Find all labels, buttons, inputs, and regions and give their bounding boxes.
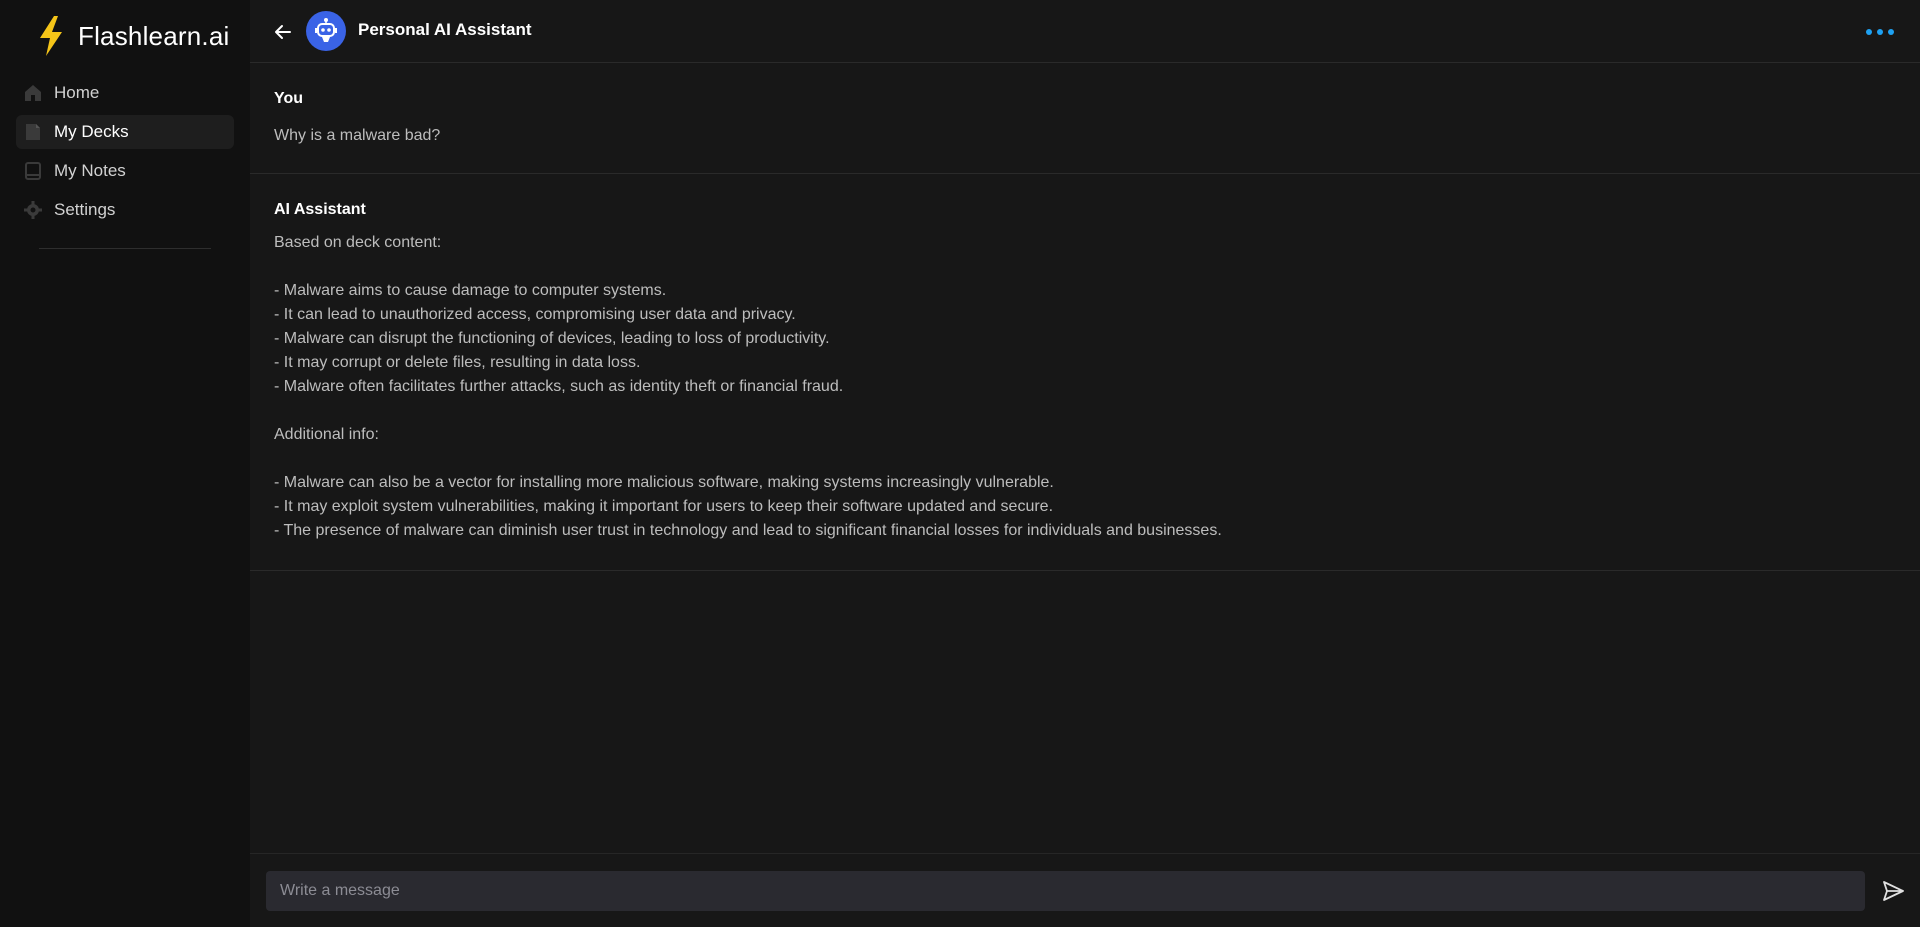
sidebar-item-label: My Decks (54, 122, 129, 141)
home-icon (22, 82, 44, 104)
more-dots-icon (1877, 29, 1883, 35)
message-author: You (274, 90, 304, 107)
user-message: You Why is a malware bad? (250, 63, 1920, 174)
message-line (274, 399, 1920, 423)
message-line: - Malware can disrupt the functioning of… (274, 330, 830, 347)
message-line: - It may exploit system vulnerabilities,… (274, 498, 1054, 515)
sidebar-item-label: Home (54, 83, 100, 102)
notebook-icon (22, 160, 44, 182)
robot-icon (315, 18, 337, 42)
message-line: - The presence of malware can diminish u… (274, 522, 1222, 539)
more-options-button[interactable] (1866, 22, 1894, 42)
sidebar-divider (39, 248, 211, 249)
message-author: AI Assistant (274, 201, 366, 218)
message-text: Why is a malware bad? (274, 127, 441, 144)
sidebar-item-my-notes[interactable]: My Notes (16, 154, 234, 188)
message-line: Additional info: (274, 426, 379, 443)
message-input[interactable] (266, 871, 1865, 911)
message-line: - It can lead to unauthorized access, co… (274, 306, 796, 323)
sidebar-item-home[interactable]: Home (16, 76, 234, 110)
message-line: - Malware often facilitates further atta… (274, 378, 844, 395)
message-line (274, 255, 1920, 279)
message-composer (250, 853, 1920, 927)
more-dots-icon (1866, 29, 1872, 35)
more-dots-icon (1888, 29, 1894, 35)
chat-title: Personal AI Assistant (358, 20, 532, 39)
sidebar-item-my-decks[interactable]: My Decks (16, 115, 234, 149)
sidebar: Flashlearn.ai Home My Decks My Notes Set… (0, 0, 250, 927)
arrow-left-icon (275, 25, 291, 39)
message-line: - It may corrupt or delete files, result… (274, 354, 641, 371)
send-button[interactable] (1878, 876, 1908, 906)
message-line: - Malware aims to cause damage to comput… (274, 282, 667, 299)
message-text: Based on deck content: - Malware aims to… (274, 231, 1920, 543)
gear-icon (22, 199, 44, 221)
message-line: - Malware can also be a vector for insta… (274, 474, 1054, 491)
back-button[interactable] (270, 19, 296, 45)
assistant-message: AI Assistant Based on deck content: - Ma… (250, 174, 1920, 571)
brand-name: Flashlearn.ai (78, 20, 230, 51)
sidebar-item-settings[interactable]: Settings (16, 193, 234, 227)
send-icon (1883, 881, 1904, 901)
assistant-avatar (306, 11, 346, 51)
sidebar-item-label: My Notes (54, 161, 126, 180)
deck-icon (22, 121, 44, 143)
message-line (274, 447, 1920, 471)
sidebar-item-label: Settings (54, 200, 116, 219)
lightning-bolt-icon (40, 16, 62, 56)
chat-header: Personal AI Assistant (250, 0, 1920, 63)
chat-panel: Personal AI Assistant You Why is a malwa… (250, 0, 1920, 927)
message-line: Based on deck content: (274, 234, 442, 251)
sidebar-nav: Home My Decks My Notes Settings (16, 76, 234, 232)
brand-logo[interactable]: Flashlearn.ai (36, 14, 229, 58)
